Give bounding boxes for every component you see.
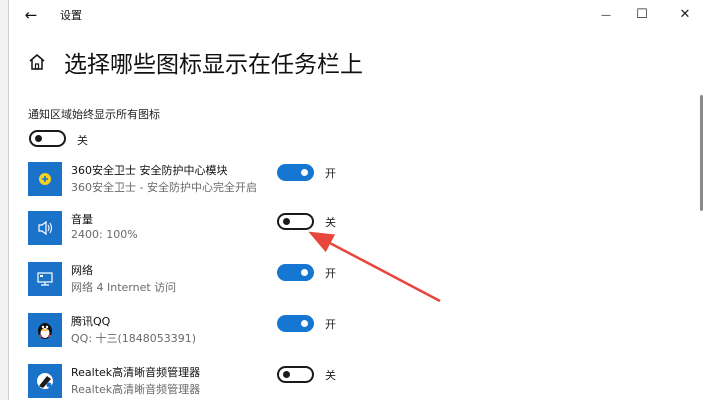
toggle-knob <box>301 169 308 176</box>
realtek-audio-icon <box>28 364 62 398</box>
list-item: 360安全卫士 安全防护中心模块 360安全卫士 - 安全防护中心完全开启 开 <box>9 162 699 208</box>
app-toggle-network[interactable] <box>277 264 314 281</box>
always-show-label: 通知区域始终显示所有图标 <box>28 108 160 121</box>
page-title: 选择哪些图标显示在任务栏上 <box>64 52 363 78</box>
list-item: Realtek高清晰音频管理器 Realtek高清晰音频管理器 关 <box>9 364 699 400</box>
toggle-knob <box>301 269 308 276</box>
maximize-icon: ☐ <box>636 7 648 22</box>
app-toggle-state: 开 <box>325 267 336 280</box>
back-arrow-icon: ← <box>24 6 38 24</box>
toggle-knob <box>35 135 42 142</box>
app-name: Realtek高清晰音频管理器 <box>71 366 201 379</box>
always-show-state: 关 <box>77 134 88 147</box>
network-monitor-icon <box>28 262 62 296</box>
settings-window: ← 设置 — ☐ ✕ 选择哪些图标显示在任务栏上 通知区域始终显示所有图标 关 <box>8 0 706 400</box>
app-name: 腾讯QQ <box>71 315 111 328</box>
app-name: 360安全卫士 安全防护中心模块 <box>71 164 228 177</box>
app-toggle-360[interactable] <box>277 164 314 181</box>
vertical-scrollbar[interactable] <box>699 95 705 400</box>
app-toggle-volume[interactable] <box>277 213 314 230</box>
app-toggle-state: 开 <box>325 167 336 180</box>
list-item: 网络 网络 4 Internet 访问 开 <box>9 262 699 308</box>
minimize-button[interactable]: — <box>594 4 618 26</box>
app-toggle-state: 关 <box>325 216 336 229</box>
back-button[interactable]: ← <box>21 5 41 25</box>
minimize-icon: — <box>601 10 611 21</box>
background-window-edge <box>0 0 8 400</box>
app-name: 网络 <box>71 264 93 277</box>
list-item: 音量 2400: 100% 关 <box>9 211 699 257</box>
toggle-knob <box>301 320 308 327</box>
toggle-knob <box>283 371 290 378</box>
app-description: 网络 4 Internet 访问 <box>71 281 177 294</box>
app-name: 音量 <box>71 213 93 226</box>
app-toggle-state: 开 <box>325 318 336 331</box>
home-icon[interactable] <box>27 52 47 72</box>
360-shield-icon <box>28 162 62 196</box>
app-description: 2400: 100% <box>71 228 138 241</box>
app-toggle-state: 关 <box>325 369 336 382</box>
close-button[interactable]: ✕ <box>673 4 697 26</box>
always-show-toggle[interactable] <box>29 130 66 147</box>
toggle-knob <box>283 218 290 225</box>
app-description: QQ: 十三(1848053391) <box>71 332 197 345</box>
app-description: Realtek高清晰音频管理器 <box>71 383 201 396</box>
app-toggle-qq[interactable] <box>277 315 314 332</box>
speaker-icon <box>28 211 62 245</box>
maximize-button[interactable]: ☐ <box>630 4 654 26</box>
close-icon: ✕ <box>679 7 691 22</box>
app-toggle-realtek[interactable] <box>277 366 314 383</box>
title-bar: ← 设置 — ☐ ✕ <box>9 0 706 30</box>
scrollbar-thumb[interactable] <box>700 95 703 211</box>
list-item: 腾讯QQ QQ: 十三(1848053391) 开 <box>9 313 699 359</box>
window-title: 设置 <box>60 9 82 22</box>
app-description: 360安全卫士 - 安全防护中心完全开启 <box>71 181 257 194</box>
qq-penguin-icon <box>28 313 62 347</box>
